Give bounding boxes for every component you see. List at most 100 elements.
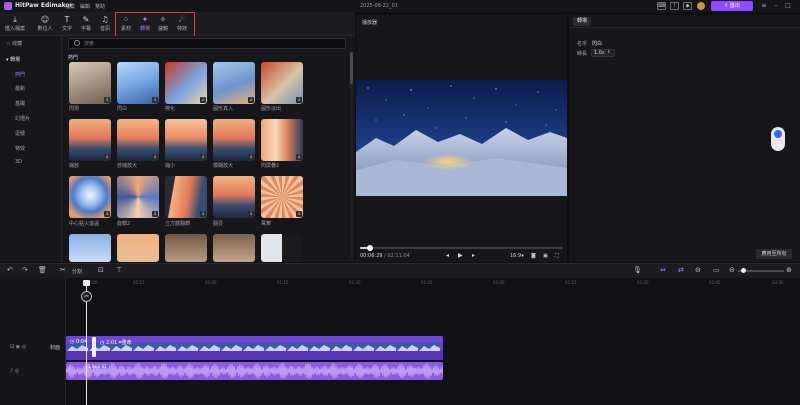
chevron-down-icon: ▾ bbox=[521, 253, 524, 259]
zoom-out-icon[interactable]: ⊖ bbox=[729, 266, 735, 274]
freeze-icon[interactable]: ⊤ bbox=[116, 266, 122, 274]
snap-icon[interactable]: ⇔ bbox=[660, 266, 666, 274]
zoom-slider-knob[interactable] bbox=[741, 268, 746, 273]
audio-icon: ♫ bbox=[101, 15, 109, 24]
snapshot-icon[interactable]: ◙ bbox=[531, 253, 536, 259]
total-time: 02:11:04 bbox=[387, 253, 410, 259]
maximize-icon[interactable]: □ bbox=[782, 1, 794, 11]
transition-thumb[interactable]: ↓ bbox=[165, 119, 207, 161]
chain-icon[interactable]: ⊖ bbox=[695, 266, 701, 274]
transition-thumb[interactable]: ↓ bbox=[117, 176, 159, 218]
waveform-path bbox=[66, 362, 443, 380]
preview-frame bbox=[356, 80, 567, 196]
audio-clip[interactable] bbox=[66, 362, 443, 380]
sidebar-item-effects[interactable]: 特效 bbox=[15, 145, 25, 152]
undo-icon[interactable]: ↶ bbox=[7, 266, 13, 274]
menu-edit[interactable]: 編輯 bbox=[80, 3, 90, 10]
transition-thumb[interactable]: ↓ bbox=[69, 119, 111, 161]
sidebar-item-3d[interactable]: 3D bbox=[15, 159, 22, 165]
thumb-label: 閃屏疊2 bbox=[261, 163, 280, 169]
tab-transition[interactable]: 轉場 bbox=[573, 17, 591, 26]
sidebar-item-favorites[interactable]: ☆ 收藏 bbox=[6, 40, 22, 47]
sidebar-item-comma[interactable]: 逗號 bbox=[15, 130, 25, 137]
microphone-icon[interactable]: 🎙 bbox=[633, 266, 642, 274]
fullscreen-icon[interactable]: ⛶ bbox=[555, 253, 559, 259]
ruler-tick: 00:30 bbox=[205, 280, 217, 285]
track-controls[interactable]: ⊟ ◉ ◎ bbox=[10, 344, 26, 350]
library-scroll-thumb[interactable] bbox=[350, 52, 353, 84]
audio-track-controls[interactable]: ♪ ◎ bbox=[10, 368, 19, 374]
notification-icon[interactable]: ! bbox=[670, 2, 679, 10]
transition-thumb[interactable] bbox=[69, 234, 111, 262]
tool-label: 數位人 bbox=[37, 26, 53, 32]
tool-avatar[interactable]: ☺ 數位人 bbox=[34, 12, 56, 36]
prev-frame-icon[interactable]: ◂ bbox=[446, 252, 449, 259]
tool-audio[interactable]: ♫ 音訊 bbox=[94, 12, 116, 36]
transition-thumb[interactable]: ↓ bbox=[165, 62, 207, 104]
crop-icon[interactable]: ⊡ bbox=[98, 266, 104, 274]
track-headers bbox=[0, 278, 66, 405]
thumb-label: 模糊放大 bbox=[213, 163, 234, 169]
transition-thumb[interactable] bbox=[117, 234, 159, 262]
download-icon: ↓ bbox=[104, 211, 110, 217]
aspect-ratio-select[interactable]: 16:9▾ bbox=[510, 253, 524, 259]
sidebar-item-slideshow[interactable]: 幻燈片 bbox=[15, 115, 30, 122]
transition-thumb[interactable]: ↓ bbox=[261, 62, 303, 104]
transition-thumb[interactable]: ↓ bbox=[69, 176, 111, 218]
transition-thumb[interactable] bbox=[165, 234, 207, 262]
cart-icon[interactable]: ◆ bbox=[683, 2, 692, 10]
user-avatar[interactable] bbox=[697, 2, 705, 10]
transition-thumb[interactable] bbox=[261, 234, 303, 262]
scissors-icon[interactable]: ✂ bbox=[60, 266, 66, 274]
sidebar-item-newest[interactable]: 最新 bbox=[15, 85, 25, 92]
sidebar-item-basic[interactable]: 基礎 bbox=[15, 100, 25, 107]
next-frame-icon[interactable]: ▸ bbox=[472, 252, 475, 259]
app-logo bbox=[4, 2, 12, 10]
tool-label: 匯入檔案 bbox=[4, 26, 25, 32]
ruler-tick: 00:15 bbox=[133, 280, 145, 285]
transition-thumb[interactable]: ↓ bbox=[213, 62, 255, 104]
keyboard-icon[interactable]: ⌨ bbox=[657, 2, 666, 10]
transition-thumb[interactable]: ↓ bbox=[69, 62, 111, 104]
cover-label[interactable]: 封面 bbox=[50, 344, 60, 351]
minimize-icon[interactable]: – bbox=[770, 1, 782, 11]
playback-progress[interactable] bbox=[360, 247, 563, 249]
split-at-playhead-icon[interactable]: ✂ bbox=[81, 291, 92, 302]
sidebar-group-transition[interactable]: ▾ 轉場 bbox=[6, 56, 20, 63]
play-icon[interactable]: ▶ bbox=[458, 252, 463, 259]
ruler-tick: 02:45 bbox=[709, 280, 721, 285]
apply-all-button[interactable]: 應用至所有 bbox=[756, 249, 792, 259]
section-title: 熱門 bbox=[68, 55, 79, 61]
transition-thumb[interactable]: ↓ bbox=[117, 62, 159, 104]
transition-thumb[interactable]: ↓ bbox=[261, 119, 303, 161]
menu-icon[interactable]: ≡ bbox=[758, 1, 770, 11]
download-icon: ↓ bbox=[248, 154, 254, 160]
delete-icon[interactable]: 🗑 bbox=[38, 266, 47, 274]
transition-thumb[interactable]: ↓ bbox=[261, 176, 303, 218]
quality-icon[interactable]: ▣ bbox=[543, 253, 548, 259]
split-label[interactable]: 分割 bbox=[72, 268, 82, 275]
video-preview[interactable] bbox=[356, 80, 567, 196]
zoom-in-icon[interactable]: ⊕ bbox=[786, 266, 792, 274]
transition-thumb[interactable] bbox=[213, 234, 255, 262]
sidebar-item-popular[interactable]: 熱門 bbox=[15, 71, 25, 78]
time-ruler[interactable] bbox=[66, 278, 800, 288]
thumb-label: 圓形真入 bbox=[213, 106, 234, 112]
playhead-handle[interactable] bbox=[83, 280, 90, 286]
transition-thumb[interactable]: ↓ bbox=[213, 119, 255, 161]
transition-marker[interactable] bbox=[92, 337, 96, 357]
transition-thumb[interactable]: ↓ bbox=[213, 176, 255, 218]
menu-help[interactable]: 幫助 bbox=[95, 3, 105, 10]
search-input[interactable] bbox=[68, 38, 346, 49]
link-icon[interactable]: ⇄ bbox=[678, 266, 684, 274]
stepper-arrows-icon[interactable]: ⇕ bbox=[607, 49, 610, 54]
playhead[interactable] bbox=[86, 286, 87, 405]
tool-import[interactable]: ⤓ 匯入檔案 bbox=[4, 12, 26, 36]
track-view-icon[interactable]: ▭ bbox=[713, 266, 720, 274]
clip-tag-text: 重命 bbox=[121, 340, 132, 346]
transition-thumb[interactable]: ↓ bbox=[117, 119, 159, 161]
transition-thumb[interactable]: ↓ bbox=[165, 176, 207, 218]
menu-file[interactable]: 檔案 bbox=[65, 3, 75, 10]
redo-icon[interactable]: ↷ bbox=[22, 266, 28, 274]
export-button[interactable]: ⇪ 匯出 bbox=[711, 1, 753, 11]
